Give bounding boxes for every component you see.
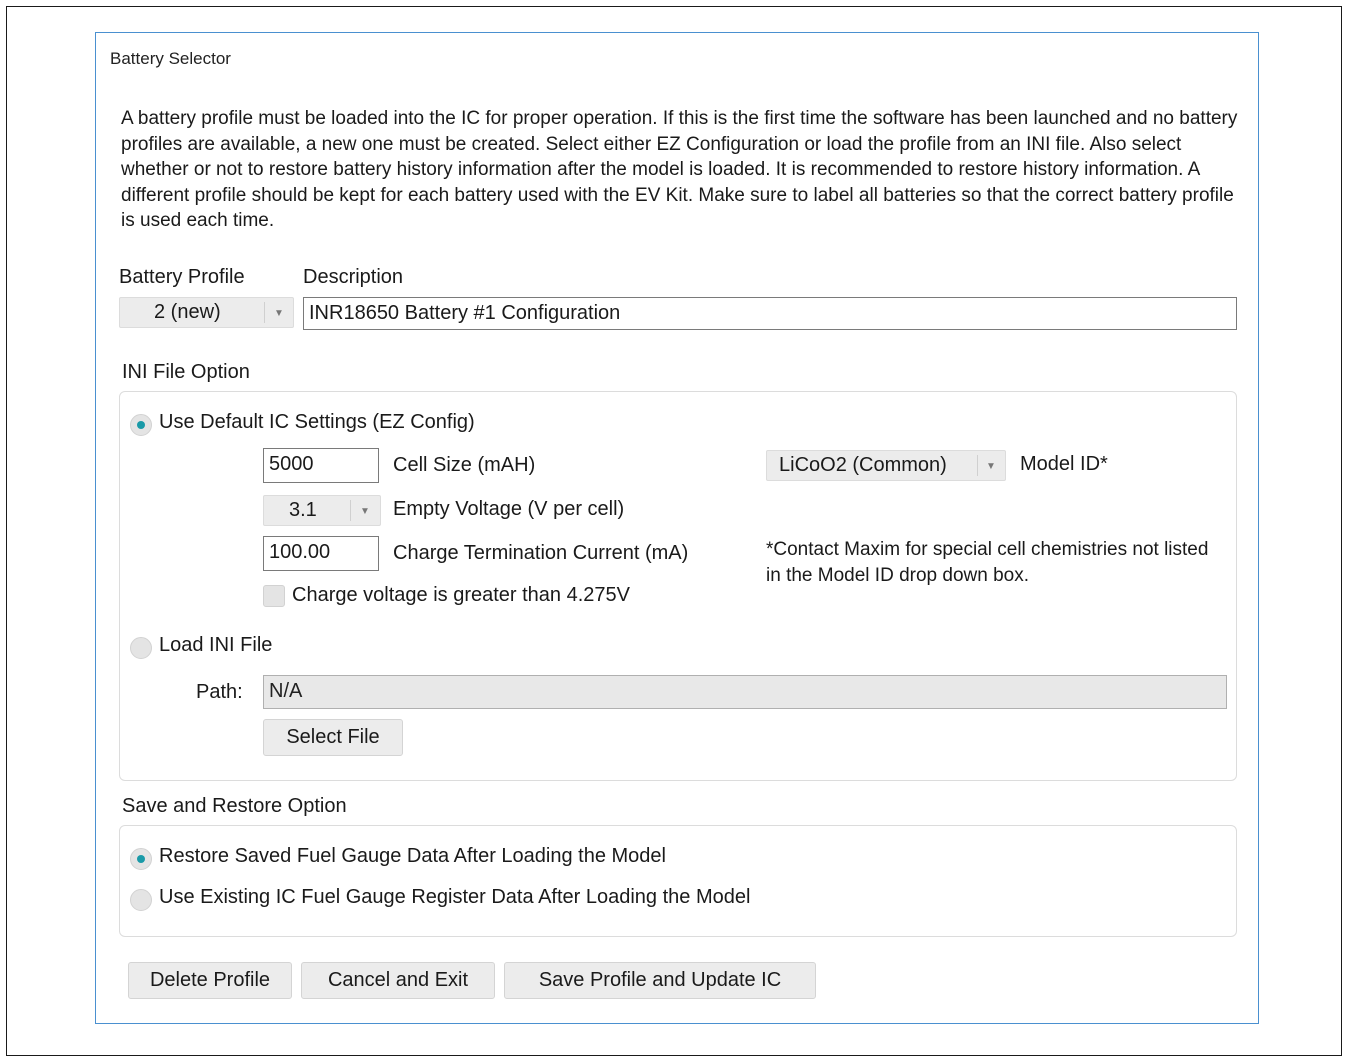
battery-selector-dialog: Battery Selector A battery profile must …	[95, 32, 1259, 1024]
empty-voltage-label: Empty Voltage (V per cell)	[393, 498, 625, 520]
chevron-down-icon: ▼	[360, 506, 370, 517]
path-label: Path:	[196, 681, 243, 703]
description-label: Description	[303, 266, 404, 288]
path-input[interactable]: N/A	[263, 675, 1227, 709]
cancel-and-exit-button[interactable]: Cancel and Exit	[301, 962, 495, 999]
battery-profile-dropdown[interactable]: 2 (new) ▼	[119, 297, 294, 328]
use-default-radio[interactable]	[130, 414, 152, 436]
description-input[interactable]: INR18650 Battery #1 Configuration	[303, 297, 1237, 330]
model-id-note: *Contact Maxim for special cell chemistr…	[766, 539, 1209, 586]
battery-profile-value: 2 (new)	[154, 301, 221, 323]
dialog-title: Battery Selector	[110, 49, 231, 68]
empty-voltage-dropdown[interactable]: 3.1 ▼	[263, 495, 381, 526]
load-ini-radio[interactable]	[130, 637, 152, 659]
chevron-down-icon: ▼	[986, 461, 996, 472]
radio-selected-dot	[137, 421, 145, 429]
delete-profile-button[interactable]: Delete Profile	[128, 962, 292, 999]
dropdown-separator	[350, 500, 351, 521]
charge-voltage-checkbox[interactable]	[263, 585, 285, 607]
save-restore-option-label: Save and Restore Option	[122, 795, 347, 817]
save-profile-button[interactable]: Save Profile and Update IC	[504, 962, 816, 999]
use-default-label: Use Default IC Settings (EZ Config)	[159, 411, 475, 433]
restore-saved-label: Restore Saved Fuel Gauge Data After Load…	[159, 845, 666, 867]
chevron-down-icon: ▼	[274, 308, 284, 319]
charge-voltage-label: Charge voltage is greater than 4.275V	[292, 584, 630, 606]
model-id-label: Model ID*	[1020, 453, 1108, 475]
load-ini-label: Load INI File	[159, 634, 273, 656]
empty-voltage-value: 3.1	[289, 499, 317, 521]
model-id-value: LiCoO2 (Common)	[779, 454, 947, 476]
dropdown-separator	[977, 455, 978, 476]
select-file-button[interactable]: Select File	[263, 719, 403, 756]
model-id-dropdown[interactable]: LiCoO2 (Common) ▼	[766, 450, 1006, 481]
charge-termination-input[interactable]: 100.00	[263, 536, 379, 571]
ini-file-option-label: INI File Option	[122, 361, 250, 383]
charge-termination-label: Charge Termination Current (mA)	[393, 542, 689, 564]
use-existing-radio[interactable]	[130, 889, 152, 911]
radio-selected-dot	[137, 855, 145, 863]
battery-profile-label: Battery Profile	[119, 266, 245, 288]
intro-text: A battery profile must be loaded into th…	[121, 108, 1238, 231]
cell-size-label: Cell Size (mAH)	[393, 454, 536, 476]
cell-size-input[interactable]: 5000	[263, 448, 379, 483]
use-existing-label: Use Existing IC Fuel Gauge Register Data…	[159, 886, 751, 908]
dropdown-separator	[264, 302, 265, 323]
save-restore-option-group	[119, 825, 1237, 937]
restore-saved-radio[interactable]	[130, 848, 152, 870]
